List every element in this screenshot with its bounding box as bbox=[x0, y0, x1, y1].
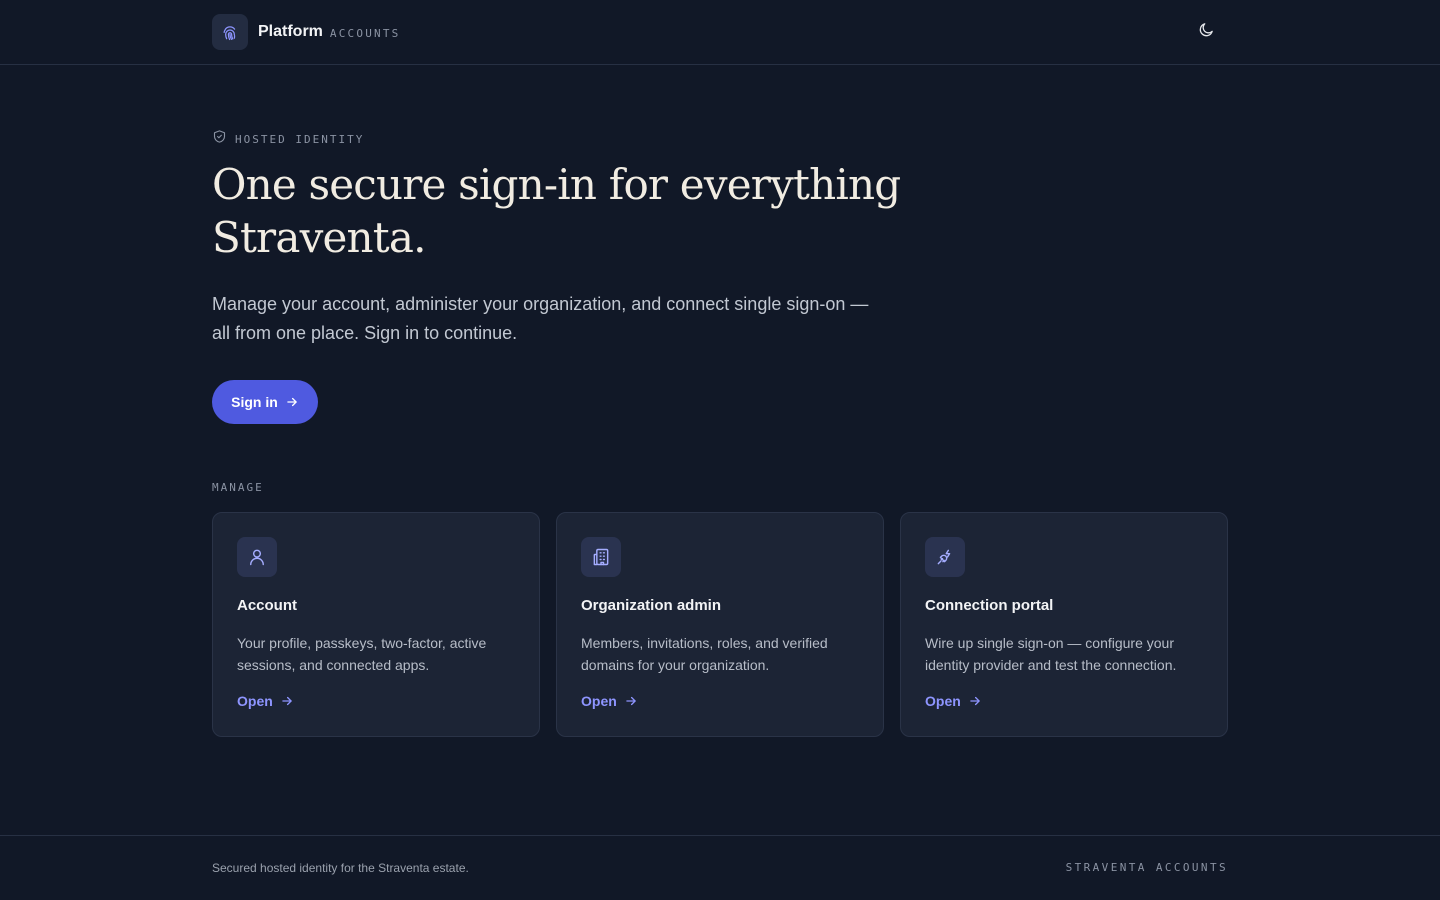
card-description: Wire up single sign-on — configure your … bbox=[925, 635, 1177, 673]
open-organization-admin-link[interactable]: Open bbox=[581, 693, 638, 709]
brand[interactable]: Platform ACCOUNTS bbox=[212, 14, 401, 50]
organization-admin-card[interactable]: Organization admin Members, invitations,… bbox=[556, 512, 884, 737]
hero-eyebrow: HOSTED IDENTITY bbox=[212, 129, 365, 149]
card-description: Members, invitations, roles, and verifie… bbox=[581, 635, 828, 673]
building-icon bbox=[581, 537, 621, 577]
card-title: Connection portal bbox=[925, 597, 1054, 614]
footer-brand: STRAVENTA ACCOUNTS bbox=[1065, 861, 1228, 874]
moon-icon bbox=[1198, 21, 1215, 43]
footer-tagline: Secured hosted identity for the Stravent… bbox=[212, 861, 469, 875]
arrow-right-icon bbox=[968, 694, 982, 708]
arrow-right-icon bbox=[624, 694, 638, 708]
open-connection-portal-link[interactable]: Open bbox=[925, 693, 982, 709]
hero-title: One secure sign-in for everything Strave… bbox=[212, 160, 901, 262]
eyebrow-text: HOSTED IDENTITY bbox=[235, 132, 365, 146]
sign-in-button[interactable]: Sign in bbox=[212, 380, 318, 424]
brand-subtitle: ACCOUNTS bbox=[329, 26, 401, 40]
user-icon bbox=[237, 537, 277, 577]
arrow-right-icon bbox=[280, 694, 294, 708]
account-card[interactable]: Account Your profile, passkeys, two-fact… bbox=[212, 512, 540, 737]
arrow-right-icon bbox=[285, 395, 299, 409]
fingerprint-icon bbox=[212, 14, 248, 50]
plug-icon bbox=[925, 537, 965, 577]
theme-toggle-button[interactable] bbox=[1192, 18, 1220, 46]
shield-check-icon bbox=[212, 129, 227, 149]
footer: Secured hosted identity for the Stravent… bbox=[0, 835, 1440, 900]
card-description: Your profile, passkeys, two-factor, acti… bbox=[237, 635, 487, 673]
brand-name: Platform bbox=[258, 23, 323, 40]
open-link-label: Open bbox=[925, 693, 961, 709]
card-title: Account bbox=[237, 597, 297, 614]
sign-in-label: Sign in bbox=[231, 394, 278, 410]
open-link-label: Open bbox=[237, 693, 273, 709]
open-link-label: Open bbox=[581, 693, 617, 709]
open-account-link[interactable]: Open bbox=[237, 693, 294, 709]
connection-portal-card[interactable]: Connection portal Wire up single sign-on… bbox=[900, 512, 1228, 737]
hero-subtitle: Manage your account, administer your org… bbox=[212, 294, 869, 343]
card-title: Organization admin bbox=[581, 597, 722, 614]
manage-section-label: MANAGE bbox=[212, 481, 264, 494]
top-bar: Platform ACCOUNTS bbox=[0, 0, 1440, 65]
